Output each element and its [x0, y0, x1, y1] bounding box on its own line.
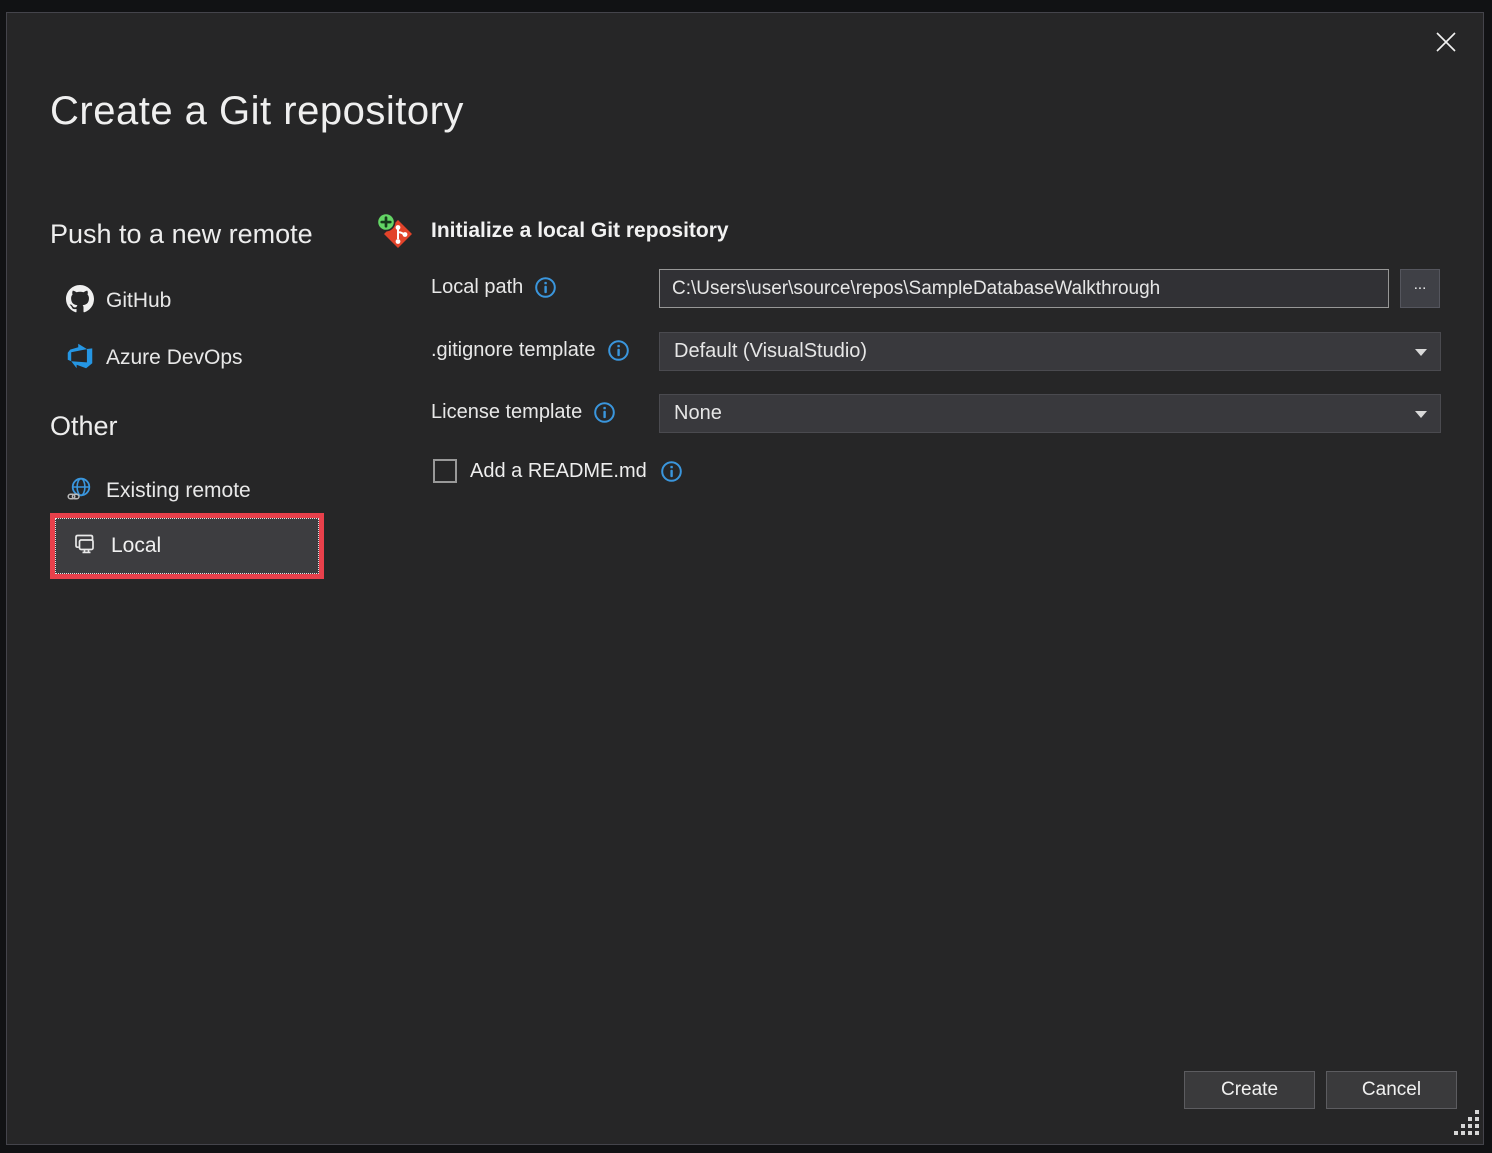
chevron-down-icon	[1415, 411, 1427, 418]
create-git-repository-dialog: Create a Git repository Push to a new re…	[6, 12, 1484, 1145]
resize-grip[interactable]	[1453, 1109, 1480, 1141]
add-readme-checkbox[interactable]	[433, 459, 457, 483]
dialog-title: Create a Git repository	[50, 89, 464, 134]
license-template-value: None	[674, 402, 722, 425]
cancel-button[interactable]: Cancel	[1326, 1071, 1457, 1109]
info-icon[interactable]	[593, 401, 616, 424]
browse-button[interactable]: ...	[1400, 269, 1440, 308]
gitignore-template-value: Default (VisualStudio)	[674, 340, 867, 363]
sidebar-item-github[interactable]: GitHub	[50, 281, 326, 321]
info-icon[interactable]	[534, 276, 557, 299]
license-template-select[interactable]: None	[659, 394, 1441, 433]
gitignore-template-select[interactable]: Default (VisualStudio)	[659, 332, 1441, 371]
chevron-down-icon	[1415, 349, 1427, 356]
add-readme-label: Add a README.md	[470, 460, 647, 483]
sidebar-item-azure-devops[interactable]: Azure DevOps	[50, 338, 326, 378]
section-heading-push-remote: Push to a new remote	[50, 219, 313, 250]
sidebar-item-local[interactable]: Local	[55, 518, 319, 574]
monitor-icon	[69, 529, 99, 564]
git-init-icon	[375, 211, 417, 258]
sidebar-item-label: Local	[111, 534, 161, 558]
local-path-input[interactable]	[659, 269, 1389, 308]
close-button[interactable]	[1426, 23, 1466, 63]
license-template-label: License template	[431, 401, 582, 424]
section-heading-other: Other	[50, 411, 118, 442]
gitignore-template-label: .gitignore template	[431, 339, 596, 362]
info-icon[interactable]	[607, 339, 630, 362]
sidebar-item-existing-remote[interactable]: Existing remote	[50, 471, 326, 511]
sidebar-item-local-highlight: Local	[50, 513, 324, 579]
sidebar-item-label: Existing remote	[106, 479, 251, 503]
sidebar-item-label: GitHub	[106, 289, 171, 313]
close-icon	[1434, 30, 1458, 57]
local-path-label: Local path	[431, 276, 523, 299]
github-icon	[66, 285, 94, 318]
azure-devops-icon	[66, 342, 94, 375]
sidebar-item-label: Azure DevOps	[106, 346, 243, 370]
form-heading: Initialize a local Git repository	[431, 219, 729, 243]
create-button[interactable]: Create	[1184, 1071, 1315, 1109]
globe-link-icon	[66, 475, 94, 508]
info-icon[interactable]	[660, 460, 683, 483]
